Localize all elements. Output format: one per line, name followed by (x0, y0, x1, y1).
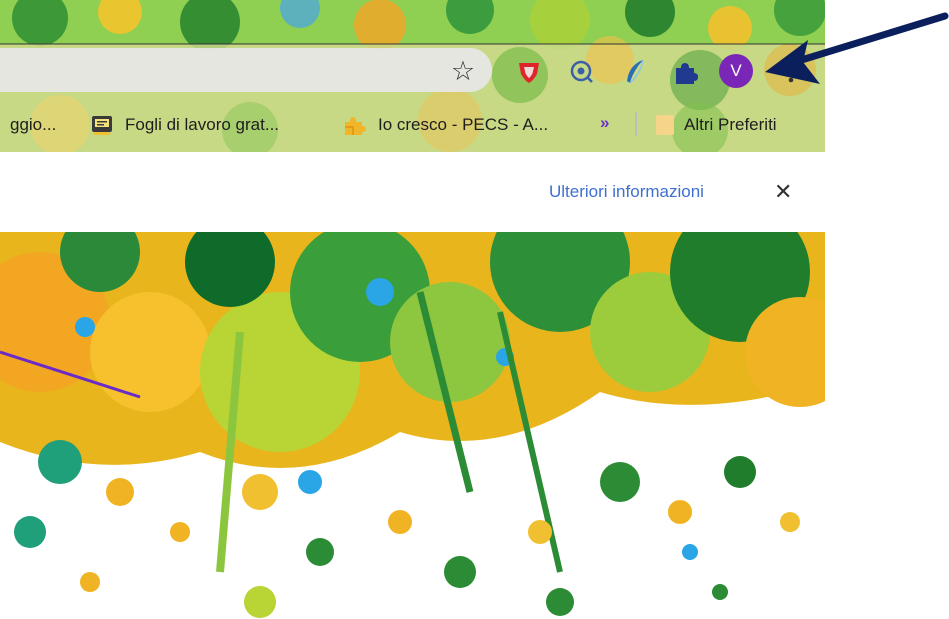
annotation-arrow (765, 12, 949, 84)
